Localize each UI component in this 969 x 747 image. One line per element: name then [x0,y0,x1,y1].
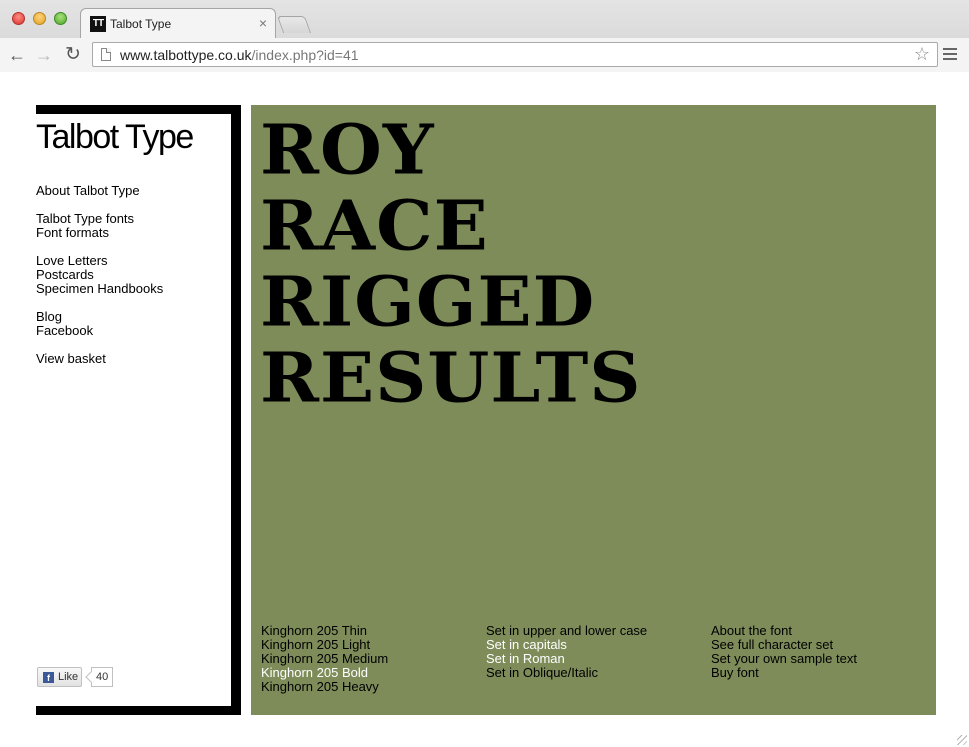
specimen-panel: ROY RACE RIGGED RESULTS Kinghorn 205 Thi… [251,105,936,715]
window-close-button[interactable] [12,12,25,25]
sidebar: Talbot Type About Talbot Type Talbot Typ… [36,105,241,715]
weight-link-light[interactable]: Kinghorn 205 Light [261,638,481,652]
setting-link-roman[interactable]: Set in Roman [486,652,706,666]
browser-tab[interactable]: TT Talbot Type × [80,8,276,38]
link-about-font[interactable]: About the font [711,624,931,638]
like-label: Like [58,671,79,683]
link-character-set[interactable]: See full character set [711,638,931,652]
reload-icon[interactable]: ↻ [62,44,84,66]
setting-link-oblique[interactable]: Set in Oblique/Italic [486,666,706,680]
new-tab-button[interactable] [276,16,312,33]
weight-link-heavy[interactable]: Kinghorn 205 Heavy [261,680,481,694]
weight-link-bold[interactable]: Kinghorn 205 Bold [261,666,481,680]
nav-link-fonts[interactable]: Talbot Type fonts [36,212,163,226]
sample-line: RIGGED [260,261,596,342]
link-buy-font[interactable]: Buy font [711,666,931,680]
weight-list: Kinghorn 205 Thin Kinghorn 205 Light Kin… [261,624,481,694]
nav-group: Blog Facebook [36,310,163,338]
sample-text: ROY RACE RIGGED RESULTS [260,113,642,417]
address-bar[interactable]: www.talbottype.co.uk/index.php?id=41 ☆ [92,42,938,67]
tab-title: Talbot Type [110,17,172,31]
url-path: /index.php?id=41 [251,47,359,63]
nav-group: Talbot Type fonts Font formats [36,212,163,240]
window-minimize-button[interactable] [33,12,46,25]
nav-link-love-letters[interactable]: Love Letters [36,254,163,268]
weight-link-medium[interactable]: Kinghorn 205 Medium [261,652,481,666]
forward-arrow-icon[interactable]: → [33,44,55,66]
weight-link-thin[interactable]: Kinghorn 205 Thin [261,624,481,638]
favicon-icon: TT [90,16,106,32]
nav-group: About Talbot Type [36,184,163,198]
browser-toolbar: ← → ↻ www.talbottype.co.uk/index.php?id=… [0,38,969,72]
window-zoom-button[interactable] [54,12,67,25]
window-resize-handle[interactable] [957,735,967,745]
browser-chrome: TT Talbot Type × ← → ↻ www.talbottype.co… [0,0,969,72]
nav-group: View basket [36,352,163,366]
font-info-list: About the font See full character set Se… [711,624,931,680]
setting-link-upper-lower[interactable]: Set in upper and lower case [486,624,706,638]
nav-group: Love Letters Postcards Specimen Handbook… [36,254,163,296]
sample-line: ROY [260,109,435,190]
facebook-like-button[interactable]: f Like [37,667,82,687]
nav-link-facebook[interactable]: Facebook [36,324,163,338]
nav-link-specimen-handbooks[interactable]: Specimen Handbooks [36,282,163,296]
tab-close-icon[interactable]: × [259,15,267,31]
site-logo[interactable]: Talbot Type [36,118,194,157]
sample-line: RACE [260,185,489,266]
facebook-icon: f [43,672,54,683]
nav-link-view-basket[interactable]: View basket [36,352,163,366]
menu-icon[interactable] [943,48,957,61]
main-nav: About Talbot Type Talbot Type fonts Font… [36,184,163,380]
sidebar-panel: Talbot Type About Talbot Type Talbot Typ… [36,114,231,706]
url-text[interactable]: www.talbottype.co.uk/index.php?id=41 [120,47,359,63]
url-host: www.talbottype.co.uk [120,47,252,63]
like-count: 40 [91,667,114,687]
nav-link-font-formats[interactable]: Font formats [36,226,163,240]
page-icon [101,48,111,61]
nav-link-about[interactable]: About Talbot Type [36,184,163,198]
link-sample-text[interactable]: Set your own sample text [711,652,931,666]
setting-list: Set in upper and lower case Set in capit… [486,624,706,680]
setting-link-capitals[interactable]: Set in capitals [486,638,706,652]
nav-link-blog[interactable]: Blog [36,310,163,324]
bookmark-star-icon[interactable]: ☆ [914,44,930,65]
sample-line: RESULTS [260,337,642,418]
nav-link-postcards[interactable]: Postcards [36,268,163,282]
back-arrow-icon[interactable]: ← [6,44,28,66]
